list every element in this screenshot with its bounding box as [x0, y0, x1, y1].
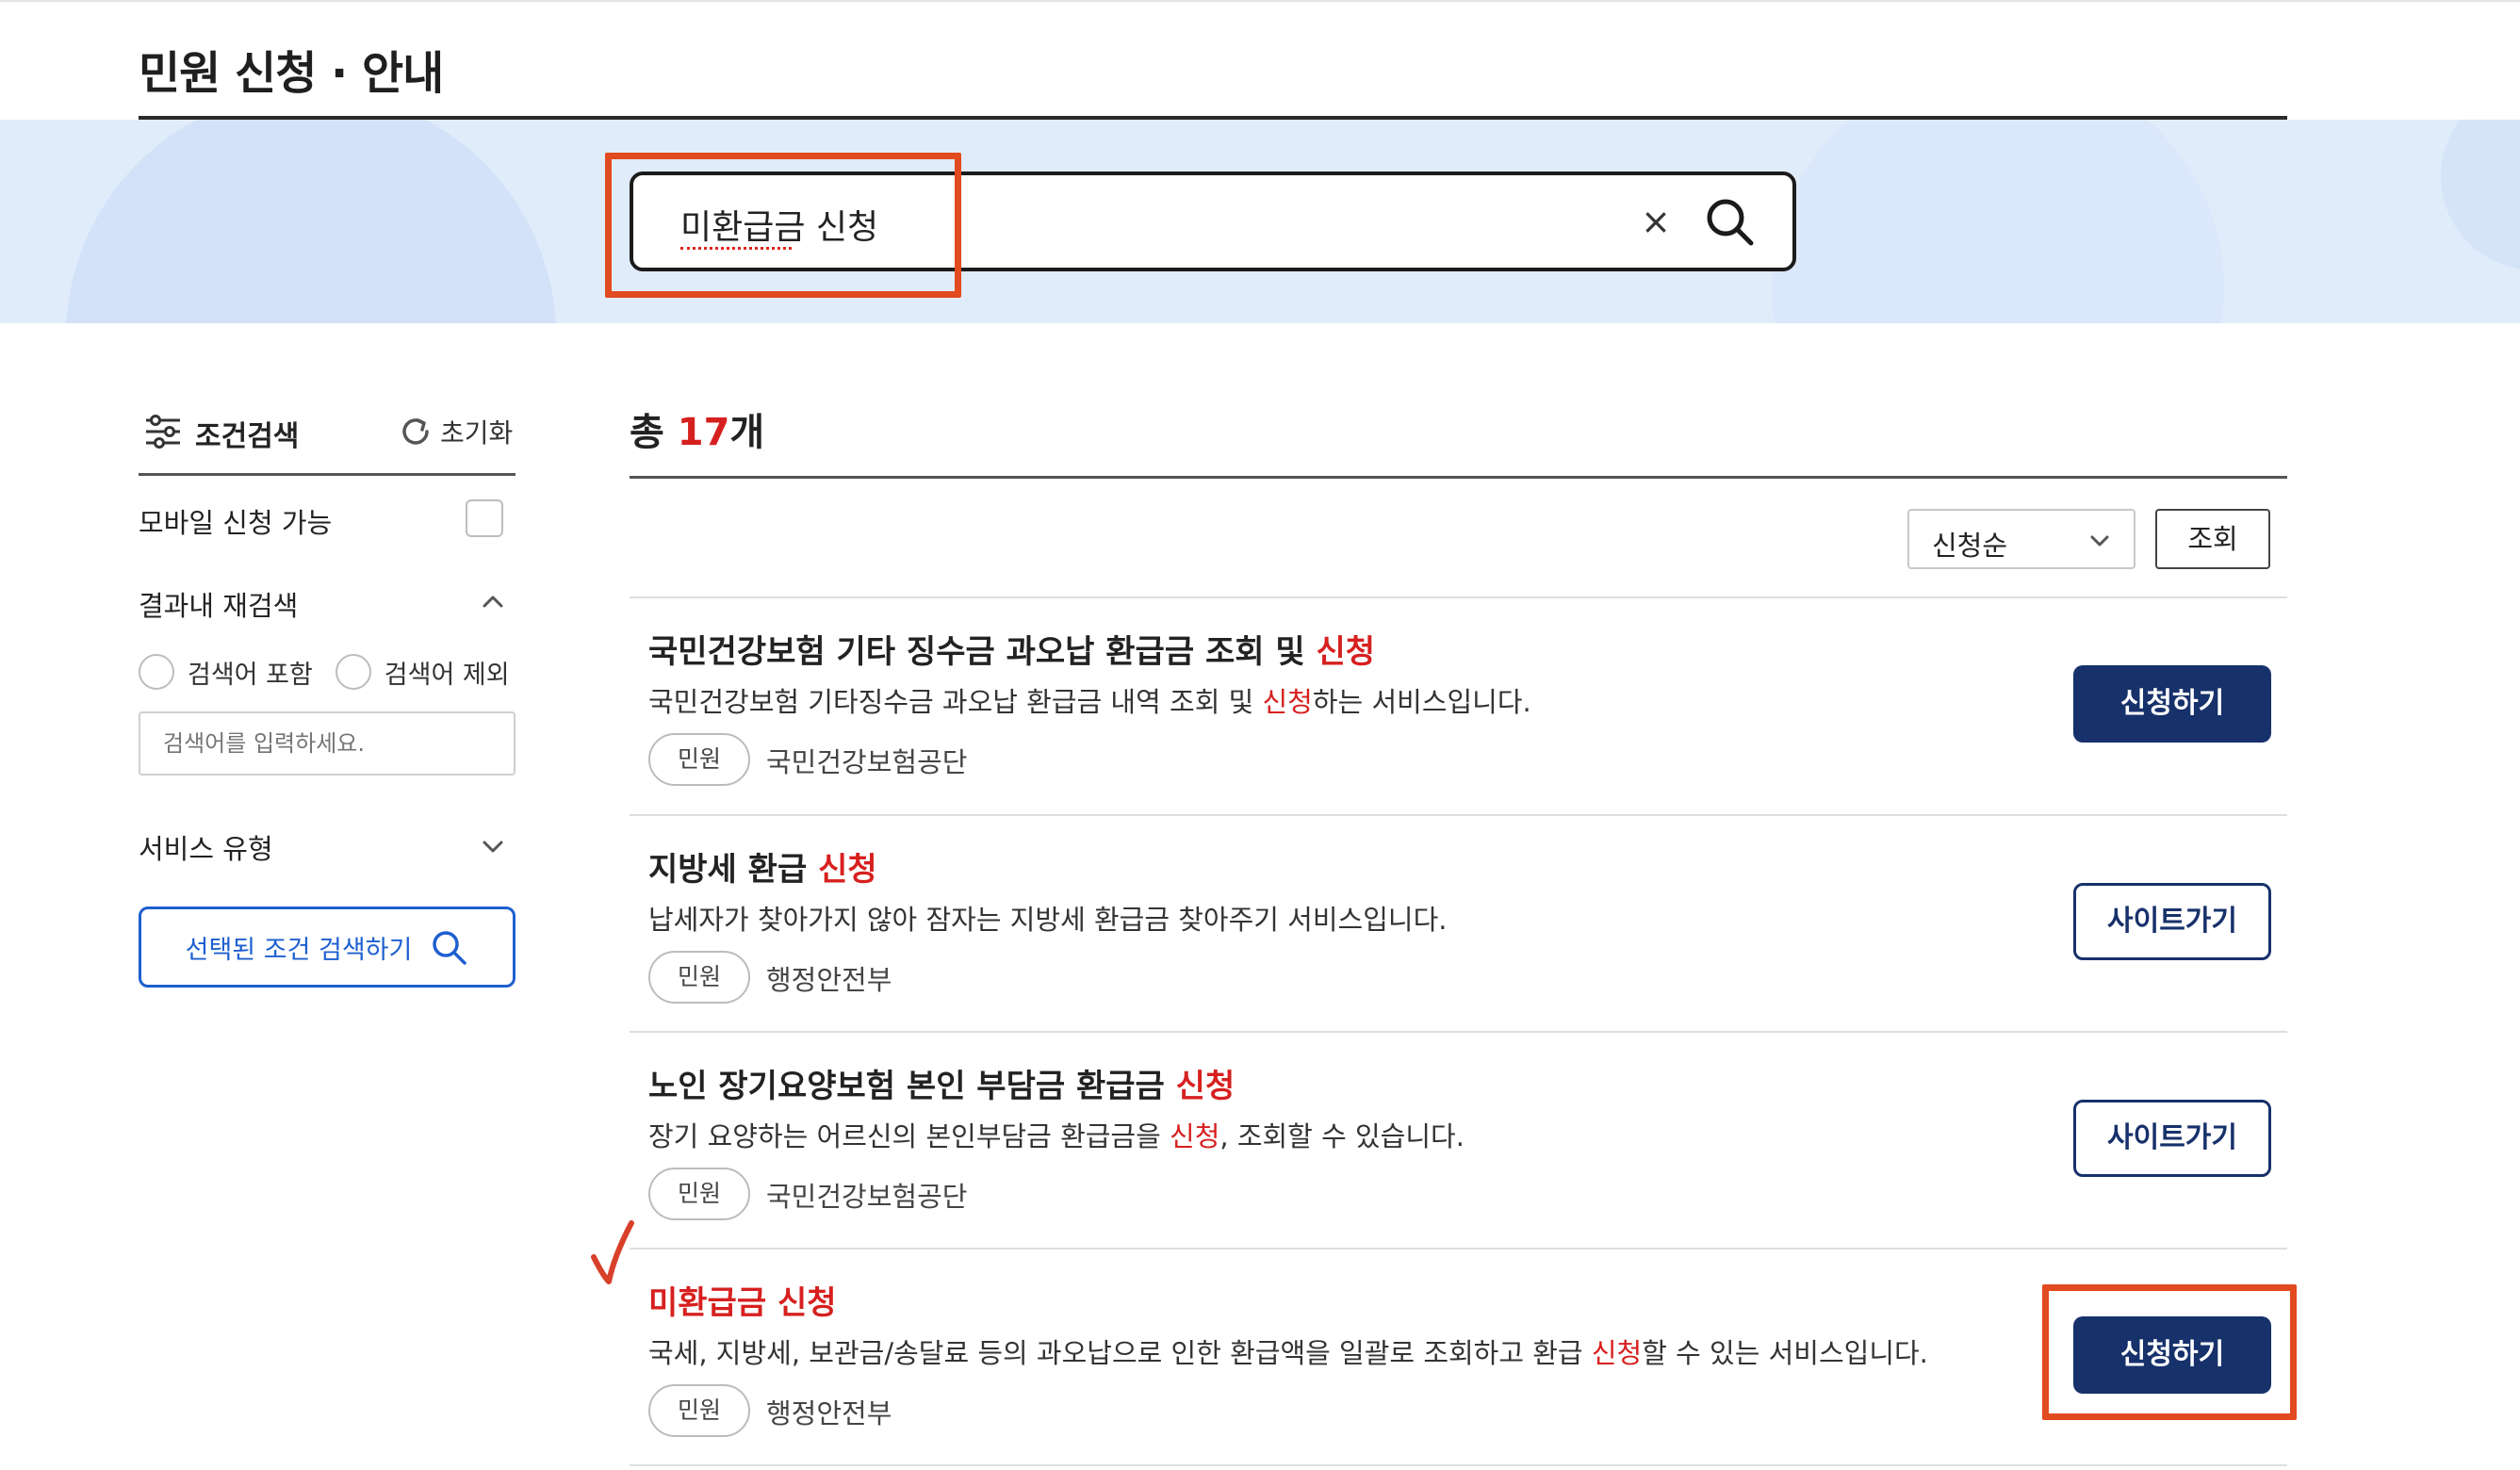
- refine-search-input[interactable]: [139, 711, 515, 776]
- desc-highlight: 신청: [1591, 1337, 1643, 1369]
- result-item: 국민건강보험 기타 징수금 과오납 환급금 조회 및 신청 국민건강보험 기타징…: [630, 597, 2287, 814]
- annotation-check-mark: [591, 1220, 634, 1284]
- result-description: 납세자가 찾아가지 않아 잠자는 지방세 환급금 찾아주기 서비스입니다.: [648, 898, 1447, 938]
- desc-highlight: 신청: [1170, 1120, 1220, 1152]
- sort-selected-label: 신청순: [1932, 530, 2008, 562]
- sort-select[interactable]: 신청순: [1907, 509, 2135, 569]
- category-tag: 민원: [648, 1168, 750, 1220]
- close-icon[interactable]: ×: [1630, 196, 1681, 247]
- refine-search-label[interactable]: 결과내 재검색: [139, 584, 298, 624]
- total-suffix: 개: [729, 411, 765, 454]
- mobile-available-checkbox[interactable]: [466, 499, 503, 537]
- title-text: 지방세 환급: [648, 851, 819, 889]
- page-title: 민원 신청 · 안내: [139, 47, 444, 100]
- result-description: 국민건강보험 기타징수금 과오납 환급금 내역 조회 및 신청하는 서비스입니다…: [648, 680, 1531, 720]
- title-text: 국민건강보험 기타 징수금 과오납 환급금 조회 및: [648, 633, 1317, 671]
- results-total: 총 17개: [630, 401, 764, 456]
- search-icon: [433, 931, 467, 965]
- title-highlight: 신청: [777, 1284, 837, 1322]
- refine-radio-group: 검색어 포함 검색어 제외: [139, 650, 532, 694]
- result-title[interactable]: 지방세 환급 신청: [648, 843, 877, 890]
- title-highlight: 신청: [1175, 1068, 1235, 1105]
- radio-exclude-label[interactable]: 검색어 제외: [385, 654, 510, 691]
- reset-button[interactable]: 초기화: [399, 411, 513, 452]
- desc-text-after: , 조회할 수 있습니다.: [1219, 1120, 1465, 1152]
- category-tag: 민원: [648, 1384, 750, 1437]
- chevron-up-icon[interactable]: [479, 588, 507, 616]
- category-tag: 민원: [648, 733, 750, 786]
- organization-label: 행정안전부: [766, 1397, 892, 1429]
- reset-label: 초기화: [440, 417, 514, 449]
- filter-header: 조건검색 초기화: [139, 407, 515, 473]
- results-divider: [630, 476, 2287, 479]
- band-decoration-edge: [2441, 120, 2520, 270]
- desc-text: 국세, 지방세, 보관금/송달료 등의 과오납으로 인한 환급액을 일괄로 조회…: [648, 1337, 1592, 1369]
- desc-text: 국민건강보험 기타징수금 과오납 환급금 내역 조회 및: [648, 686, 1263, 718]
- result-item: 노인 장기요양보험 본인 부담금 환급금 신청 장기 요양하는 어르신의 본인부…: [630, 1032, 2287, 1249]
- list-divider: [630, 1464, 2287, 1466]
- total-prefix: 총: [630, 411, 678, 454]
- search-conditions-button[interactable]: 선택된 조건 검색하기: [139, 906, 515, 988]
- result-item: 미환급금 신청 국세, 지방세, 보관금/송달료 등의 과오납으로 인한 환급액…: [630, 1249, 2287, 1465]
- radio-include-label[interactable]: 검색어 포함: [188, 654, 313, 691]
- top-border: [0, 0, 2520, 2]
- chevron-down-icon: [2090, 535, 2109, 547]
- category-tag: 민원: [648, 951, 750, 1004]
- organization-label: 국민건강보험공단: [766, 746, 968, 778]
- go-to-site-button[interactable]: 사이트가기: [2073, 1100, 2271, 1177]
- desc-text: 장기 요양하는 어르신의 본인부담금 환급금을: [648, 1120, 1170, 1152]
- result-title[interactable]: 노인 장기요양보험 본인 부담금 환급금 신청: [648, 1060, 1235, 1106]
- organization-label: 국민건강보험공단: [766, 1181, 968, 1213]
- result-title[interactable]: 미환급금 신청: [648, 1277, 837, 1323]
- search-icon[interactable]: [1702, 194, 1759, 251]
- band-decoration-left: [66, 120, 556, 323]
- view-button[interactable]: 조회: [2155, 509, 2270, 569]
- desc-highlight: 신청: [1262, 686, 1313, 718]
- radio-include[interactable]: [139, 654, 174, 690]
- filter-divider: [139, 473, 515, 476]
- mobile-available-label: 모바일 신청 가능: [139, 507, 333, 539]
- annotation-highlight-search: [605, 153, 961, 298]
- total-count: 17: [677, 411, 730, 454]
- sliders-icon: [146, 415, 180, 449]
- refresh-icon: [402, 418, 429, 445]
- result-description: 장기 요양하는 어르신의 본인부담금 환급금을 신청, 조회할 수 있습니다.: [648, 1115, 1465, 1154]
- annotation-highlight-apply: [2042, 1284, 2297, 1420]
- title-highlight: 신청: [818, 851, 877, 889]
- apply-button[interactable]: 신청하기: [2073, 665, 2271, 743]
- radio-exclude[interactable]: [335, 654, 371, 690]
- desc-text-after: 하는 서비스입니다.: [1312, 686, 1531, 718]
- desc-text-after: 할 수 있는 서비스입니다.: [1642, 1337, 1928, 1369]
- result-item: 지방세 환급 신청 납세자가 찾아가지 않아 잠자는 지방세 환급금 찾아주기 …: [630, 815, 2287, 1032]
- chevron-down-icon[interactable]: [479, 832, 507, 860]
- filter-header-label: 조건검색: [195, 420, 300, 453]
- organization-label: 행정안전부: [766, 964, 892, 996]
- go-to-site-button[interactable]: 사이트가기: [2073, 883, 2271, 960]
- title-text: 노인 장기요양보험 본인 부담금 환급금: [648, 1068, 1176, 1105]
- desc-text: 납세자가 찾아가지 않아 잠자는 지방세 환급금 찾아주기 서비스입니다.: [648, 904, 1448, 936]
- title-highlight: 신청: [1316, 633, 1376, 671]
- title-text: 미환급금: [648, 1284, 777, 1322]
- result-title[interactable]: 국민건강보험 기타 징수금 과오납 환급금 조회 및 신청: [648, 626, 1375, 672]
- service-type-label[interactable]: 서비스 유형: [139, 827, 273, 867]
- band-decoration-right: [1772, 120, 2224, 323]
- search-conditions-label: 선택된 조건 검색하기: [185, 935, 413, 965]
- result-description: 국세, 지방세, 보관금/송달료 등의 과오납으로 인한 환급액을 일괄로 조회…: [648, 1331, 1928, 1371]
